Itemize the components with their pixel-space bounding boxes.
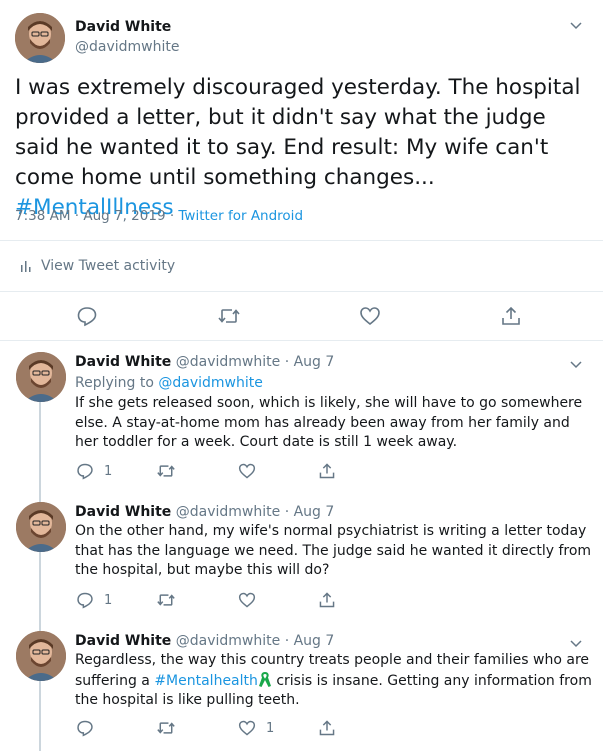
reply-button[interactable] bbox=[76, 719, 104, 737]
tweet-date[interactable]: Aug 7 bbox=[294, 504, 335, 520]
share-icon bbox=[319, 592, 335, 608]
separator: · bbox=[284, 633, 290, 649]
avatar[interactable] bbox=[16, 502, 66, 552]
author-name[interactable]: David White bbox=[75, 19, 171, 35]
author-name[interactable]: David White bbox=[75, 504, 171, 520]
reply-tweet[interactable]: David White @davidmwhite · Aug 7 On the … bbox=[0, 502, 603, 628]
retweet-icon bbox=[218, 309, 240, 323]
reply-icon bbox=[77, 720, 93, 737]
reply-header: David White @davidmwhite · Aug 7 bbox=[75, 354, 334, 370]
chevron-down-icon[interactable] bbox=[568, 17, 584, 33]
reply-button[interactable]: 1 bbox=[76, 591, 112, 609]
avatar[interactable] bbox=[16, 631, 66, 681]
reply-text: On the other hand, my wife's normal psyc… bbox=[75, 523, 592, 578]
author-name[interactable]: David White bbox=[75, 633, 171, 649]
retweet-icon bbox=[157, 594, 175, 606]
view-activity-button[interactable]: View Tweet activity bbox=[19, 258, 175, 274]
tweet-source[interactable]: Twitter for Android bbox=[178, 208, 303, 224]
heart-icon bbox=[360, 307, 380, 326]
tweet-body: I was extremely discouraged yesterday. T… bbox=[15, 75, 581, 190]
bar-chart-icon bbox=[21, 261, 31, 272]
reply-header: David White @davidmwhite · Aug 7 bbox=[75, 504, 334, 520]
retweet-button[interactable] bbox=[156, 462, 176, 480]
author-name[interactable]: David White bbox=[75, 354, 171, 370]
main-tweet: David White @davidmwhite I was extremely… bbox=[0, 0, 603, 341]
reply-tweet[interactable]: David White @davidmwhite · Aug 7 Replyin… bbox=[0, 352, 603, 500]
tweet-date[interactable]: Aug 7 bbox=[294, 354, 335, 370]
reply-button[interactable] bbox=[76, 305, 98, 327]
author-handle[interactable]: @davidmwhite bbox=[176, 354, 280, 370]
reply-icon bbox=[77, 463, 93, 480]
tweet-text: I was extremely discouraged yesterday. T… bbox=[15, 73, 595, 223]
tweet-time[interactable]: 7:38 AM · Aug 7, 2019 · bbox=[15, 208, 178, 224]
reply-text: Regardless, the way this country treats … bbox=[75, 651, 595, 711]
reply-count: 1 bbox=[104, 592, 113, 608]
reply-button[interactable]: 1 bbox=[76, 462, 112, 480]
like-button[interactable]: 1 bbox=[238, 719, 274, 737]
retweet-icon bbox=[157, 722, 175, 734]
retweet-icon bbox=[157, 465, 175, 477]
tweet-date[interactable]: Aug 7 bbox=[294, 633, 335, 649]
like-button[interactable] bbox=[359, 305, 381, 327]
share-button[interactable] bbox=[318, 462, 336, 480]
reply-count: 1 bbox=[104, 463, 113, 479]
replying-to: Replying to @davidmwhite bbox=[75, 375, 263, 391]
retweet-button[interactable] bbox=[156, 719, 176, 737]
share-icon bbox=[502, 306, 520, 325]
tweet-activity-row: View Tweet activity bbox=[0, 240, 603, 292]
chevron-down-icon[interactable] bbox=[568, 356, 584, 372]
replying-handle[interactable]: @davidmwhite bbox=[158, 375, 262, 391]
heart-icon bbox=[238, 463, 256, 479]
separator: · bbox=[284, 354, 290, 370]
reply-header: David White @davidmwhite · Aug 7 bbox=[75, 633, 334, 649]
share-icon bbox=[319, 463, 335, 479]
author-handle[interactable]: @davidmwhite bbox=[75, 39, 179, 55]
avatar[interactable] bbox=[16, 352, 66, 402]
hashtag-link[interactable]: #Mentalhealth bbox=[154, 673, 258, 689]
separator: · bbox=[284, 504, 290, 520]
like-button[interactable] bbox=[238, 462, 266, 480]
share-button[interactable] bbox=[318, 591, 336, 609]
reply-icon bbox=[77, 592, 93, 609]
activity-label: View Tweet activity bbox=[41, 258, 176, 274]
author-handle[interactable]: @davidmwhite bbox=[176, 633, 280, 649]
main-tweet-actions bbox=[0, 303, 603, 329]
retweet-button[interactable] bbox=[217, 305, 241, 327]
reply-icon bbox=[77, 307, 97, 327]
reply-tweet[interactable]: David White @davidmwhite · Aug 7 Regardl… bbox=[0, 631, 603, 751]
tweet-meta: 7:38 AM · Aug 7, 2019 · Twitter for Andr… bbox=[15, 208, 303, 224]
ribbon-icon bbox=[258, 671, 271, 687]
author-handle[interactable]: @davidmwhite bbox=[176, 504, 280, 520]
reply-text: If she gets released soon, which is like… bbox=[75, 395, 583, 450]
share-button[interactable] bbox=[500, 305, 522, 327]
avatar[interactable] bbox=[15, 13, 65, 63]
heart-icon bbox=[238, 720, 256, 736]
retweet-button[interactable] bbox=[156, 591, 176, 609]
share-button[interactable] bbox=[318, 719, 336, 737]
replying-prefix: Replying to bbox=[75, 375, 159, 391]
like-count: 1 bbox=[266, 720, 275, 736]
chevron-down-icon[interactable] bbox=[568, 635, 584, 651]
heart-icon bbox=[238, 592, 256, 608]
like-button[interactable] bbox=[238, 591, 266, 609]
share-icon bbox=[319, 720, 335, 736]
